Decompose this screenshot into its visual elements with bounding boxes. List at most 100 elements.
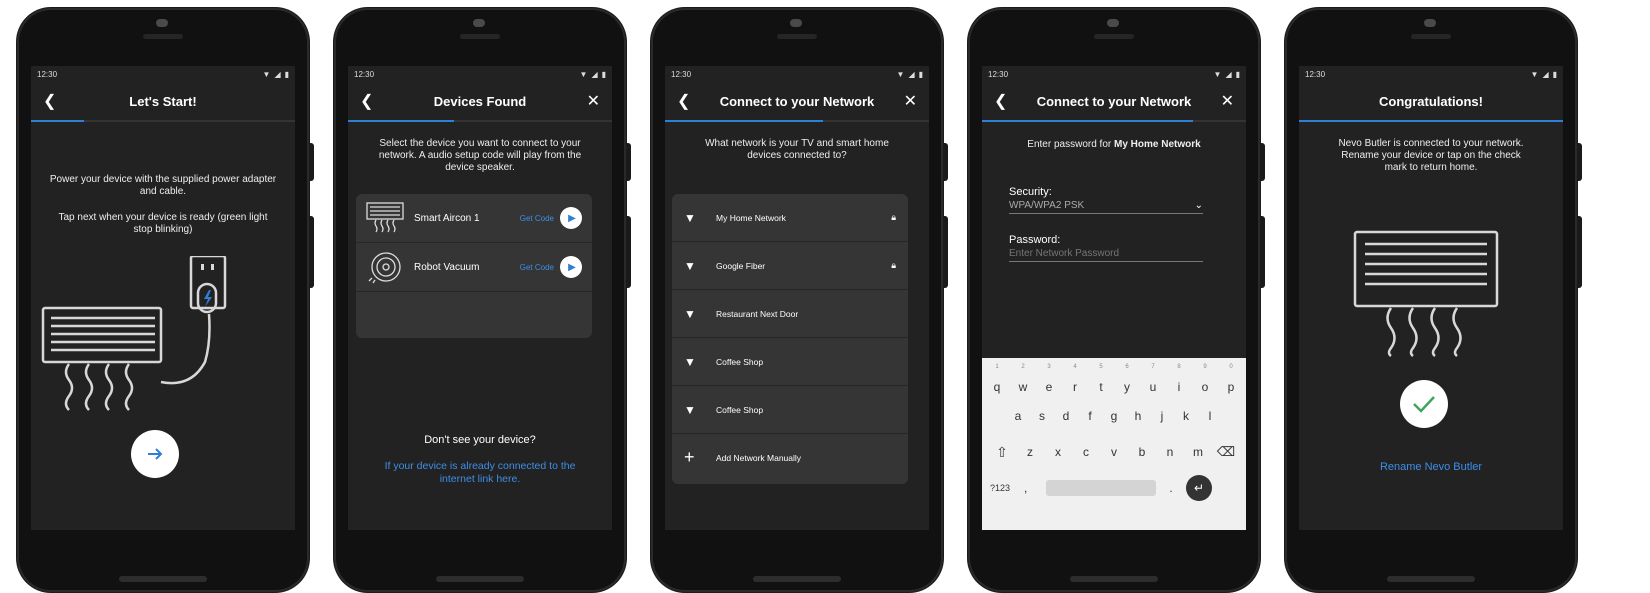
app-bar: ❮ Connect to your Network ✕ [665,82,929,120]
wifi-icon: ▼ [262,69,271,79]
hint-6: 6 [1125,364,1129,370]
aircon-icon [1353,230,1499,357]
get-code-link[interactable]: Get Code [520,214,554,223]
device-name: Smart Aircon 1 [414,212,480,224]
key-o[interactable]: o [1193,380,1217,394]
key-b[interactable]: b [1130,445,1154,459]
front-camera [156,19,168,27]
close-icon[interactable]: ✕ [1221,91,1234,111]
network-item[interactable]: ▼ Restaurant Next Door [672,290,908,338]
security-select[interactable]: WPA/WPA2 PSK ⌄ [1009,200,1203,214]
get-code-link[interactable]: Get Code [520,263,554,272]
battery-icon: ▮ [1552,69,1557,79]
aircon-outlet-illustration [41,256,227,411]
shift-key-icon[interactable]: ⇧ [990,444,1014,461]
key-u[interactable]: u [1141,380,1165,394]
play-icon: ▶ [568,212,576,224]
key-c[interactable]: c [1074,445,1098,459]
status-bar: 12:30 ▼ ◢ ▮ [665,66,929,82]
key-f[interactable]: f [1078,409,1102,423]
status-time: 12:30 [354,69,375,79]
power-button [1260,143,1265,181]
done-button[interactable] [1400,380,1448,428]
key-v[interactable]: v [1102,445,1126,459]
status-icons: ▼ ◢ ▮ [897,70,923,79]
key-a[interactable]: a [1006,409,1030,423]
status-icons: ▼ ◢ ▮ [1214,70,1240,79]
play-button[interactable]: ▶ [560,256,582,278]
progress-bar [1299,120,1563,122]
hint-1: 1 [995,364,999,370]
phone-congrats: 12:30 ▼ ◢ ▮ Congratulations! Nevo Butler… [1285,8,1582,592]
network-item[interactable]: ▼ Google Fiber 🔒︎ [672,242,908,290]
key-h[interactable]: h [1126,409,1150,423]
page-title: Congratulations! [1379,93,1483,109]
period-key[interactable]: . [1164,481,1178,495]
network-name: Coffee Shop [716,356,764,367]
add-network-button[interactable]: + Add Network Manually [672,434,908,481]
key-l[interactable]: l [1198,409,1222,423]
progress-fill [665,120,824,122]
list-item[interactable]: Smart Aircon 1 Get Code ▶ [356,194,592,243]
page-title: Devices Found [433,93,527,109]
key-k[interactable]: k [1174,409,1198,423]
key-e[interactable]: e [1037,380,1061,394]
power-button [309,143,314,181]
close-icon[interactable]: ✕ [587,91,600,111]
key-g[interactable]: g [1102,409,1126,423]
close-icon[interactable]: ✕ [904,91,917,111]
key-t[interactable]: t [1089,380,1113,394]
connected-device-link[interactable]: If your device is already connected to t… [384,460,576,486]
earpiece [1094,34,1134,39]
app-bar: ❮ Let's Start! [31,82,295,120]
volume-button [943,216,948,288]
key-j[interactable]: j [1150,409,1174,423]
power-button [1577,143,1582,181]
key-i[interactable]: i [1167,380,1191,394]
hint-9: 9 [1203,364,1207,370]
key-m[interactable]: m [1186,445,1210,459]
key-q[interactable]: q [985,380,1009,394]
chin-bar [119,576,207,582]
key-d[interactable]: d [1054,409,1078,423]
key-s[interactable]: s [1030,409,1054,423]
power-button [943,143,948,181]
front-camera [790,19,802,27]
key-x[interactable]: x [1046,445,1070,459]
aircon-icon [366,202,404,233]
symbols-key[interactable]: ?123 [990,483,1016,493]
password-input[interactable] [1009,248,1203,262]
progress-bar [982,120,1246,122]
chin-bar [436,576,524,582]
network-item[interactable]: ▼ Coffee Shop [672,386,908,434]
key-w[interactable]: w [1011,380,1035,394]
backspace-key-icon[interactable]: ⌫ [1214,444,1238,460]
front-camera [473,19,485,27]
key-y[interactable]: y [1115,380,1139,394]
next-button[interactable] [131,430,179,478]
hint-3: 3 [1047,364,1051,370]
play-button[interactable]: ▶ [560,207,582,229]
status-bar: 12:30 ▼ ◢ ▮ [31,66,295,82]
key-z[interactable]: z [1018,445,1042,459]
key-n[interactable]: n [1158,445,1182,459]
key-p[interactable]: p [1219,380,1243,394]
progress-fill [982,120,1194,122]
space-key[interactable] [1046,480,1156,496]
keyboard: q w e r t y u i o p 1 2 3 4 5 6 7 8 9 0 … [982,358,1246,530]
rename-device-link[interactable]: Rename Nevo Butler [1299,461,1563,473]
earpiece [143,34,183,39]
battery-icon: ▮ [601,69,606,79]
network-item[interactable]: ▼ Coffee Shop [672,338,908,386]
battery-icon: ▮ [918,69,923,79]
instruction-text: Power your device with the supplied powe… [49,174,277,197]
enter-key-icon[interactable]: ↵ [1186,475,1212,501]
page-title: Connect to your Network [719,93,875,109]
instruction-text: Select the device you want to connect to… [378,138,582,173]
progress-fill [31,120,84,122]
list-item[interactable]: Robot Vacuum Get Code ▶ [356,243,592,292]
comma-key[interactable]: , [1024,481,1038,495]
network-item[interactable]: ▼ My Home Network 🔒︎ [672,194,908,242]
charging-bolt-icon [204,290,212,307]
key-r[interactable]: r [1063,380,1087,394]
